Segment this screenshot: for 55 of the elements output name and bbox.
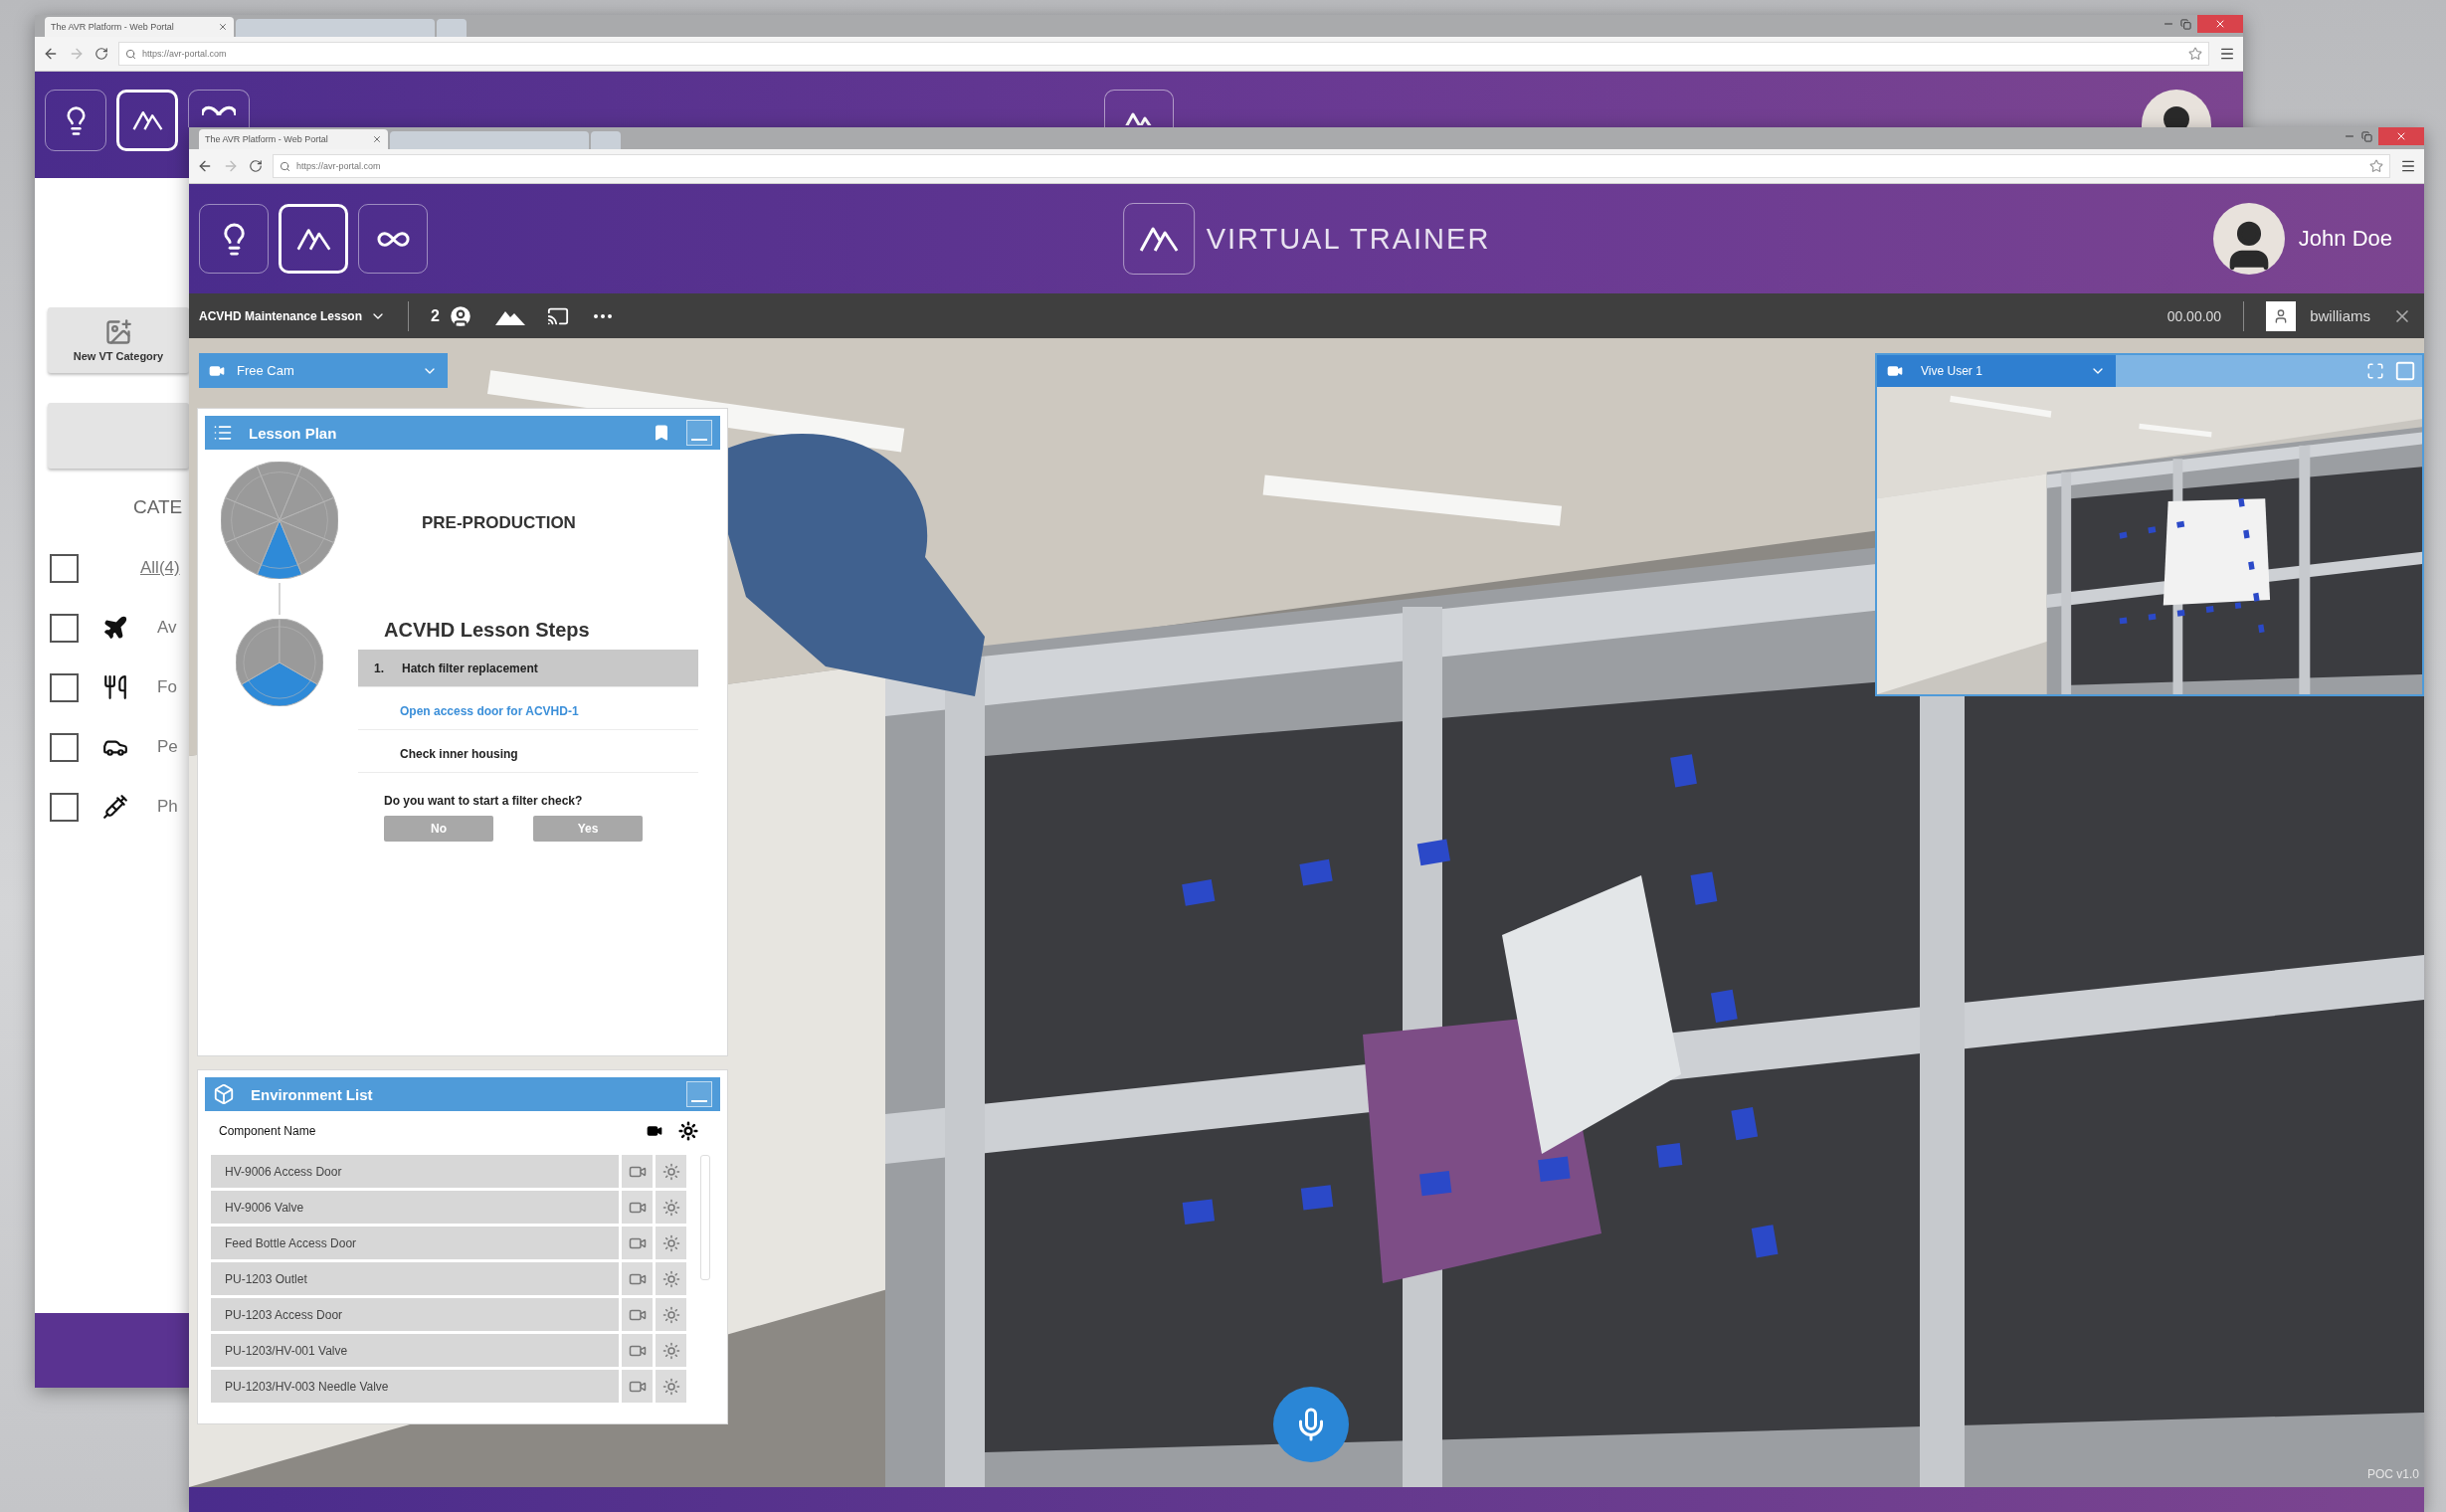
checkbox[interactable] [50,613,79,643]
close-icon[interactable] [372,134,382,144]
close-icon [2395,130,2407,142]
app-title: VIRTUAL TRAINER [1206,222,1491,256]
user-name: John Doe [2298,226,2392,252]
syringe-icon [102,794,128,820]
checkbox[interactable] [50,672,79,702]
forward-icon[interactable] [223,158,239,174]
menu-icon[interactable] [2219,46,2235,62]
tab-title: The AVR Platform - Web Portal [205,134,329,144]
star-icon[interactable] [2188,47,2202,61]
address-field[interactable]: https://avr-portal.com [273,154,2390,178]
search-icon [280,160,290,172]
category-label: Fo [157,677,177,697]
participants-button[interactable]: 2 [431,302,473,329]
category-label: Ph [157,797,178,817]
app-button[interactable] [45,90,106,151]
address-field[interactable]: https://avr-portal.com [118,42,2209,66]
utensils-icon [102,674,128,700]
lesson-dropdown[interactable]: ACVHD Maintenance Lesson [199,307,387,324]
category-label: Av [157,618,177,638]
browser-tab[interactable]: The AVR Platform - Web Portal [45,17,234,37]
app-button[interactable] [116,90,178,151]
reload-icon[interactable] [249,159,263,173]
username: bwilliams [2310,307,2370,324]
checkbox[interactable] [50,732,79,762]
menu-icon[interactable] [2400,158,2416,174]
forward-icon[interactable] [69,46,85,62]
browser-tab[interactable]: The AVR Platform - Web Portal [199,129,388,149]
restore-icon[interactable] [2361,130,2372,142]
app-button[interactable] [358,204,428,274]
star-icon[interactable] [2369,159,2383,173]
section-heading: CATE [133,496,184,518]
app-button[interactable] [199,204,269,274]
restore-icon[interactable] [2180,18,2191,30]
search-icon [125,48,136,60]
close-icon[interactable] [218,22,228,32]
infinity-icon [202,104,236,115]
add-image-icon [104,318,132,346]
checkbox[interactable] [50,553,79,583]
back-icon[interactable] [43,46,59,62]
app-button[interactable] [279,204,348,274]
mountain-logo-icon [131,109,163,131]
airplane-icon [102,615,128,641]
back-icon[interactable] [197,158,213,174]
category-label: Pe [157,737,178,757]
reload-icon[interactable] [94,47,108,61]
checkbox[interactable] [50,792,79,822]
mountain-logo-icon [295,226,331,252]
new-category-button[interactable]: New VT Category [48,307,189,373]
close-icon [2214,18,2226,30]
tab-title: The AVR Platform - Web Portal [51,22,175,32]
mountain-logo-icon [1138,225,1179,253]
category-link[interactable]: All(4) [140,558,180,578]
session-timer: 00.00.00 [2166,307,2222,324]
